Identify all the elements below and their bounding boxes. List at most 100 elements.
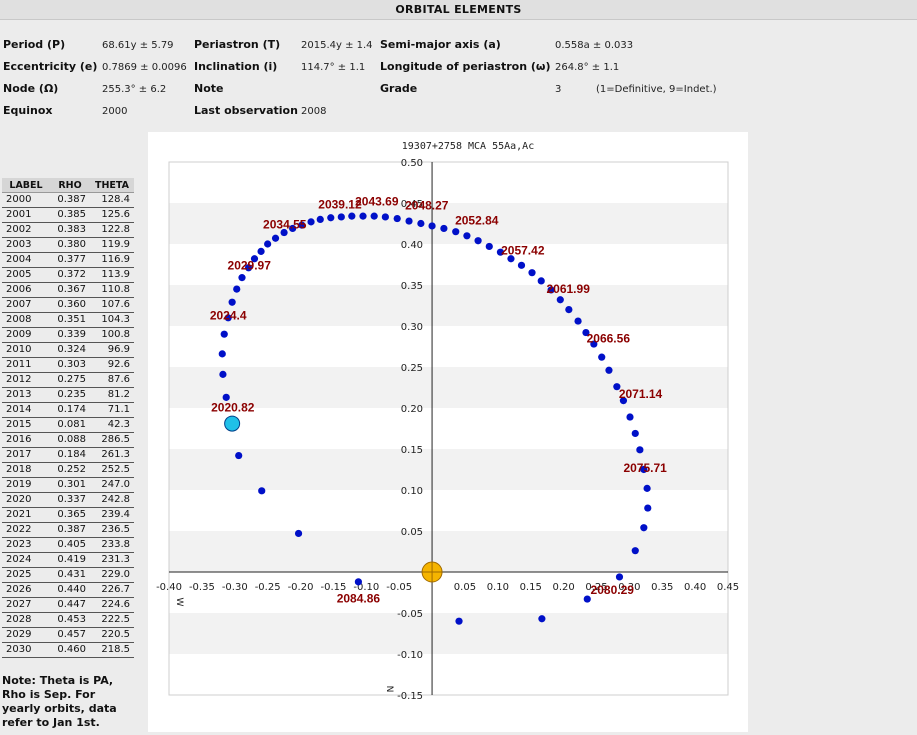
orbit-point	[485, 242, 493, 251]
table-row: 2014 0.174 71.1	[2, 402, 134, 418]
table-row: 2015 0.081 42.3	[2, 417, 134, 433]
row-label: 2017	[2, 447, 50, 463]
row-label: 2020	[2, 492, 50, 508]
orbit-point	[337, 213, 345, 221]
row-theta: 231.3	[90, 552, 134, 568]
date-label: 2052.84	[455, 213, 499, 227]
x-tick-label: -0.30	[222, 582, 248, 593]
orbit-point	[440, 224, 448, 233]
row-rho: 0.457	[50, 627, 90, 643]
row-theta: 42.3	[90, 417, 134, 433]
row-theta: 71.1	[90, 402, 134, 418]
orbit-point	[228, 298, 236, 306]
table-row: 2012 0.275 87.6	[2, 372, 134, 388]
row-rho: 0.453	[50, 612, 90, 628]
row-rho: 0.275	[50, 372, 90, 388]
row-label: 2024	[2, 552, 50, 568]
grid-band	[169, 203, 728, 244]
table-row: 2027 0.447 224.6	[2, 597, 134, 613]
row-label: 2003	[2, 237, 50, 253]
date-label: 2034.55	[263, 217, 307, 231]
x-tick-label: -0.40	[156, 582, 182, 593]
orbit-point	[574, 317, 582, 325]
orbit-point	[517, 261, 526, 269]
row-label: 2030	[2, 642, 50, 658]
row-label: 2013	[2, 387, 50, 403]
row-label: 2007	[2, 297, 50, 313]
orbit-point	[257, 247, 265, 255]
orbit-point	[307, 218, 315, 226]
orbit-point	[238, 274, 246, 282]
row-label: 2011	[2, 357, 50, 373]
row-label: 2025	[2, 567, 50, 583]
row-theta: 87.6	[90, 372, 134, 388]
row-theta: 229.0	[90, 567, 134, 583]
table-note: Note: Theta is PA, Rho is Sep. For yearl…	[2, 674, 117, 729]
row-theta: 242.8	[90, 492, 134, 508]
table-row: 2008 0.351 104.3	[2, 312, 134, 328]
row-theta: 104.3	[90, 312, 134, 328]
table-row: 2018 0.252 252.5	[2, 462, 134, 478]
orbit-point	[605, 366, 613, 374]
orbit-point	[316, 215, 324, 223]
row-rho: 0.324	[50, 342, 90, 358]
row-rho: 0.337	[50, 492, 90, 508]
x-tick-label: 0.15	[520, 582, 542, 593]
west-label: W	[174, 598, 184, 607]
row-rho: 0.235	[50, 387, 90, 403]
row-theta: 224.6	[90, 597, 134, 613]
orbit-point	[218, 350, 226, 358]
y-tick-label: 0.50	[401, 158, 423, 169]
row-theta: 119.9	[90, 237, 134, 253]
chart-title: 19307+2758 MCA 55Aa,Ac	[402, 141, 534, 152]
column-header-rho: RHO	[50, 178, 90, 193]
table-row: 2023 0.405 233.8	[2, 537, 134, 553]
row-theta: 107.6	[90, 297, 134, 313]
orbit-point	[538, 615, 546, 623]
date-label: 2071.14	[619, 387, 663, 401]
grade-note: (1=Definitive, 9=Indet.)	[596, 84, 717, 95]
orbit-point	[428, 222, 436, 230]
orbit-point	[327, 214, 335, 222]
column-header-label: LABEL	[2, 178, 50, 193]
y-tick-label: -0.15	[397, 691, 423, 702]
row-rho: 0.365	[50, 507, 90, 523]
period-value: 68.61y ± 5.79	[102, 40, 174, 51]
row-rho: 0.367	[50, 282, 90, 298]
column-header-theta: THETA	[90, 178, 134, 193]
row-theta: 122.8	[90, 222, 134, 238]
row-rho: 0.383	[50, 222, 90, 238]
table-row: 2007 0.360 107.6	[2, 297, 134, 313]
table-row: 2002 0.383 122.8	[2, 222, 134, 238]
row-label: 2010	[2, 342, 50, 358]
table-row: 2010 0.324 96.9	[2, 342, 134, 358]
date-label: 2075.71	[623, 461, 667, 475]
table-row: 2026 0.440 226.7	[2, 582, 134, 598]
row-rho: 0.405	[50, 537, 90, 553]
y-tick-label: -0.10	[397, 650, 423, 661]
orbit-point	[393, 214, 401, 223]
orbit-point	[258, 487, 266, 495]
x-tick-label: 0.10	[487, 582, 509, 593]
row-theta: 110.8	[90, 282, 134, 298]
row-rho: 0.380	[50, 237, 90, 253]
row-label: 2018	[2, 462, 50, 478]
orbit-point	[474, 237, 482, 245]
row-label: 2029	[2, 627, 50, 643]
table-body: 2000 0.387 128.4 2001 0.385 125.6 2002 0.383 122…	[2, 192, 134, 658]
row-rho: 0.081	[50, 417, 90, 433]
orbit-point	[220, 330, 228, 338]
row-rho: 0.184	[50, 447, 90, 463]
row-label: 2028	[2, 612, 50, 628]
date-label: 2020.82	[211, 400, 255, 414]
x-tick-label: -0.20	[288, 582, 314, 593]
table-row: 2011 0.303 92.6	[2, 357, 134, 373]
row-label: 2027	[2, 597, 50, 613]
date-label: 2048.27	[405, 199, 449, 213]
periastron-label: Periastron (T)	[194, 38, 281, 51]
date-label: 2057.42	[501, 244, 545, 258]
grid-band	[169, 531, 728, 572]
row-rho: 0.419	[50, 552, 90, 568]
x-tick-label: -0.35	[189, 582, 215, 593]
eccentricity-label: Eccentricity (e)	[3, 60, 98, 73]
